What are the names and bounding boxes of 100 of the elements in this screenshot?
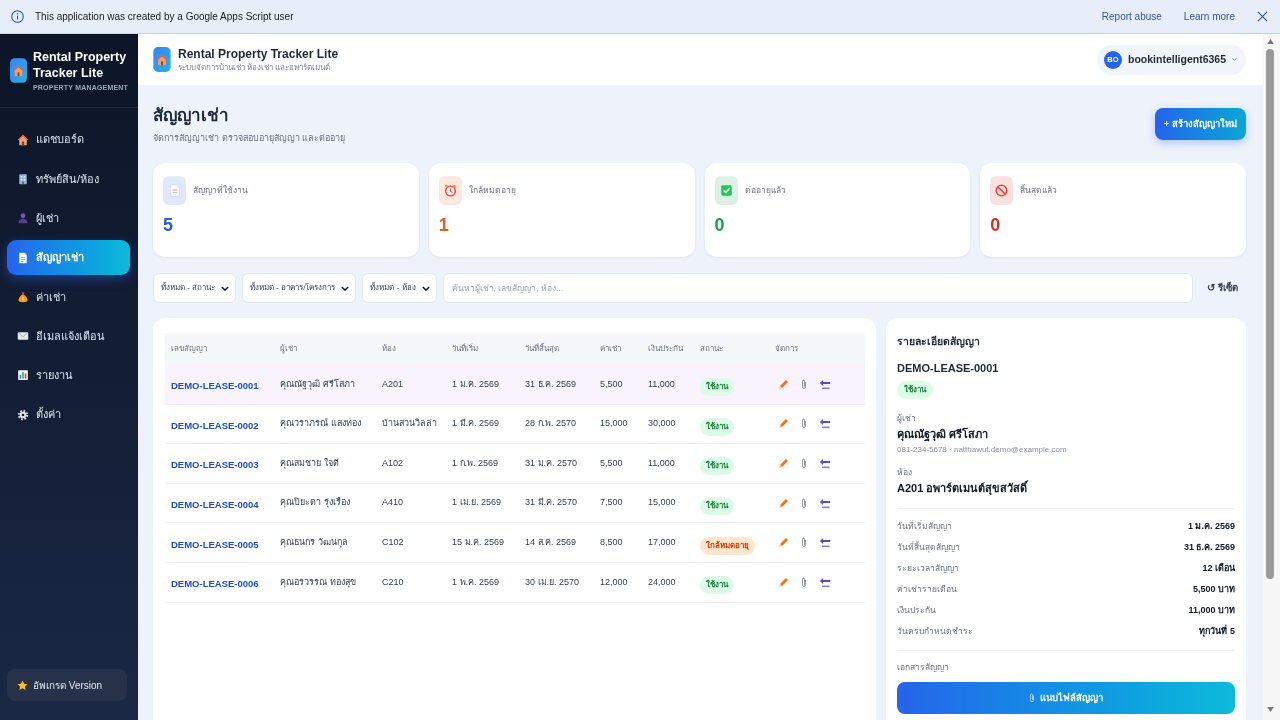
prohibited-icon	[990, 176, 1014, 205]
nav-item[interactable]: ค่าเช่า	[7, 279, 130, 315]
pencil-icon[interactable]	[778, 458, 789, 469]
left-arrow-icon[interactable]	[819, 378, 831, 390]
left-arrow-icon[interactable]	[819, 537, 831, 549]
upgrade-button[interactable]: อัพเกรด Version	[7, 669, 127, 701]
table-cell: บ้านสวนวิลล่า	[382, 418, 437, 429]
field-label: ค่าเช่ารายเดือน	[897, 583, 957, 596]
table-cell: คุณปิยะดา รุ่งเรือง	[280, 497, 350, 508]
alarm-clock-icon	[438, 176, 462, 205]
left-arrow-icon[interactable]	[819, 497, 831, 509]
column-header: เงินประกัน	[648, 344, 683, 353]
pencil-icon[interactable]	[778, 537, 789, 549]
field-value: 31 ธ.ค. 2569	[1183, 540, 1235, 554]
lease-link[interactable]: DEMO-LEASE-0002	[171, 419, 259, 431]
status-badge: ใช้งาน	[897, 381, 933, 399]
lease-link[interactable]: DEMO-LEASE-0001	[171, 380, 259, 392]
paperclip-icon[interactable]	[801, 458, 807, 469]
paperclip-icon[interactable]	[801, 576, 807, 588]
user-name: bookintelligent6365	[1127, 51, 1226, 67]
column-header: จัดการ	[775, 344, 798, 353]
table-cell: 15,000	[648, 497, 676, 508]
pencil-icon[interactable]	[778, 378, 789, 390]
money-bag-icon	[17, 290, 29, 303]
house-logo-icon	[153, 47, 171, 72]
document-icon	[17, 251, 29, 264]
table-cell: 30 เม.ย. 2570	[525, 576, 580, 587]
paperclip-icon	[1029, 693, 1035, 703]
building-icon	[17, 172, 29, 185]
document-icon	[163, 176, 186, 205]
column-header: ค่าเช่า	[600, 344, 621, 353]
nav-item[interactable]: แดชบอร์ด	[7, 122, 130, 158]
field-label: เงินประกัน	[897, 604, 936, 617]
table-cell: 17,000	[648, 536, 676, 547]
filter-select[interactable]: ทั้งหมด - อาคาร/โครงการ	[242, 273, 357, 303]
nav-item[interactable]: ทรัพย์สิน/ห้อง	[7, 161, 130, 197]
lease-link[interactable]: DEMO-LEASE-0005	[171, 538, 259, 550]
filter-select[interactable]: ทั้งหมด - ห้อง	[362, 273, 437, 303]
contract-number: DEMO-LEASE-0001	[897, 361, 1000, 376]
filter-select[interactable]: ทั้งหมด - สถานะ	[153, 273, 237, 303]
table-cell: คุณณัฐวุฒิ ศรีโสภา	[280, 378, 355, 389]
left-arrow-icon[interactable]	[819, 458, 831, 469]
paperclip-icon[interactable]	[801, 497, 807, 509]
nav-item[interactable]: สัญญาเช่า	[7, 239, 130, 276]
table-cell: 15,000	[600, 418, 628, 429]
chevron-down-icon	[421, 285, 430, 291]
table-cell: 31 ธ.ค. 2569	[525, 378, 577, 389]
table-cell: 12,000	[600, 576, 628, 587]
reset-button[interactable]: ↺ รีเซ็ต	[1199, 273, 1246, 303]
banner-link[interactable]: Learn more	[1183, 9, 1235, 24]
stat-label: ต่ออายุแล้ว	[744, 184, 786, 197]
field-label: ผู้เช่า	[897, 412, 917, 424]
scrollbar[interactable]	[1263, 34, 1280, 720]
table-cell: 1 พ.ค. 2569	[452, 576, 500, 587]
paperclip-icon[interactable]	[801, 537, 807, 549]
left-arrow-icon[interactable]	[819, 576, 831, 588]
lease-link[interactable]: DEMO-LEASE-0003	[171, 459, 259, 471]
nav-item[interactable]: ตั้งค่า	[7, 397, 130, 433]
page-subtitle: จัดการสัญญาเช่า ตรวจสอบอายุสัญญา และต่ออายุ	[153, 132, 345, 144]
column-header: ห้อง	[382, 344, 396, 353]
status-badge: ใกล้หมดอายุ	[700, 536, 755, 555]
table-cell: 8,500	[600, 536, 623, 547]
create-contract-button[interactable]: + สร้างสัญญาใหม่	[1154, 108, 1246, 140]
table-cell: 15 ม.ค. 2569	[452, 536, 505, 547]
pencil-icon[interactable]	[778, 418, 789, 430]
nav-item[interactable]: อีเมลแจ้งเตือน	[7, 318, 130, 354]
lease-link[interactable]: DEMO-LEASE-0006	[171, 578, 259, 590]
scrollbar-thumb[interactable]	[1266, 49, 1274, 579]
header-title: Rental Property Tracker Lite	[178, 45, 339, 62]
table-cell: 14 ส.ค. 2569	[525, 536, 577, 547]
table-cell: 1 เม.ย. 2569	[452, 497, 502, 508]
close-icon[interactable]	[1257, 11, 1268, 22]
lease-link[interactable]: DEMO-LEASE-0004	[171, 499, 259, 511]
banner-link[interactable]: Report abuse	[1101, 9, 1162, 24]
stat-value: 1	[438, 214, 450, 236]
pencil-icon[interactable]	[778, 576, 789, 588]
nav-item[interactable]: รายงาน	[7, 357, 130, 394]
envelope-icon	[17, 330, 29, 343]
chevron-down-icon	[341, 285, 350, 291]
field-label: ห้อง	[897, 466, 913, 478]
nav-item[interactable]: ผู้เช่า	[7, 200, 130, 236]
left-arrow-icon[interactable]	[819, 418, 831, 430]
scroll-down-icon[interactable]	[1266, 707, 1274, 712]
table-cell: 1 ม.ค. 2569	[452, 378, 500, 389]
column-header: เลขสัญญา	[171, 344, 207, 353]
table-cell: A102	[382, 457, 404, 468]
person-icon	[17, 212, 29, 225]
table-cell: คุณอรวรรณ ทองสุข	[280, 576, 356, 587]
field-label: วันที่สิ้นสุดสัญญา	[897, 541, 960, 554]
table-row[interactable]: DEMO-LEASE-0001 คุณณัฐวุฒิ ศรีโสภา A201 1 ม.ค. 2569 31 ธ.ค. 2569 5,500 11,000 ใช้งาน	[165, 365, 865, 405]
paperclip-icon[interactable]	[801, 378, 807, 390]
pencil-icon[interactable]	[778, 497, 789, 509]
field-label: วันที่เริ่มสัญญา	[897, 520, 952, 533]
settings-icon	[17, 408, 29, 421]
table-cell: 30,000	[648, 418, 676, 429]
paperclip-icon[interactable]	[801, 418, 807, 430]
stat-label: สัญญาที่ใช้งาน	[193, 184, 248, 197]
status-badge: ใช้งาน	[700, 576, 734, 595]
scroll-up-icon[interactable]	[1266, 39, 1274, 44]
search-field[interactable]: ค้นหาผู้เช่า, เลขสัญญา, ห้อง...	[442, 273, 1194, 303]
